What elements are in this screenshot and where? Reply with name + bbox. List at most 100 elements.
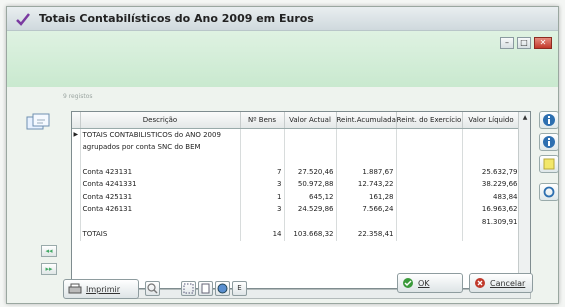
column-header[interactable]: Reint. do Exercício <box>396 112 463 129</box>
refresh-button[interactable] <box>539 183 559 201</box>
cell-acum <box>336 128 397 141</box>
search-button[interactable] <box>145 281 160 296</box>
scroll-up-arrow-icon[interactable]: ▲ <box>519 114 530 124</box>
row-indicator <box>72 140 81 153</box>
page-tool-button[interactable] <box>198 281 213 296</box>
table-row[interactable]: 81.309,91 <box>72 215 521 228</box>
header-band <box>7 31 558 87</box>
refresh-icon <box>543 186 555 198</box>
ok-button[interactable]: OK <box>397 273 463 293</box>
cell-exerc <box>396 178 463 191</box>
column-header[interactable]: Valor Líquido <box>462 112 521 129</box>
cancel-button[interactable]: Cancelar <box>469 273 533 293</box>
cell-bens: 7 <box>240 165 285 178</box>
cell-exerc <box>396 228 463 241</box>
row-indicator <box>72 178 81 191</box>
export-e-button[interactable]: E <box>232 281 247 296</box>
row-indicator <box>72 228 81 241</box>
grid-table: Descrição Nº Bens Valor Actual Reint.Acu… <box>72 112 521 241</box>
cell-acum: 1.887,67 <box>336 165 397 178</box>
cancel-label: Cancelar <box>490 278 526 288</box>
cell-exerc <box>396 140 463 153</box>
cell-exerc <box>396 203 463 216</box>
printer-icon <box>68 283 82 294</box>
cell-acum <box>336 153 397 166</box>
cell-actual <box>284 153 337 166</box>
table-row[interactable]: Conta 4241331 3 50.972,88 12.743,22 38.2… <box>72 178 521 191</box>
title-bar: Totais Contabilísticos do Ano 2009 em Eu… <box>7 7 558 31</box>
note-button[interactable] <box>539 155 559 173</box>
totals-row[interactable]: TOTAIS 14 103.668,32 22.358,41 <box>72 228 521 241</box>
cell-actual: 27.520,46 <box>284 165 337 178</box>
table-row[interactable]: Conta 423131 7 27.520,46 1.887,67 25.632… <box>72 165 521 178</box>
cell-actual: 24.529,86 <box>284 203 337 216</box>
select-tool-button[interactable] <box>181 281 196 296</box>
cell-desc: Conta 425131 <box>80 190 241 203</box>
cell-exerc <box>396 165 463 178</box>
cell-liquido <box>462 153 521 166</box>
cell-actual <box>284 140 337 153</box>
cell-acum: 22.358,41 <box>336 228 397 241</box>
table-row[interactable]: ▶ TOTAIS CONTABILISTICOS do ANO 2009 <box>72 128 521 141</box>
main-window: Totais Contabilísticos do Ano 2009 em Eu… <box>6 6 559 304</box>
table-row[interactable] <box>72 153 521 166</box>
info-alt-button[interactable] <box>539 133 559 151</box>
cell-actual: 103.668,32 <box>284 228 337 241</box>
info-icon <box>543 114 555 126</box>
cell-acum: 12.743,22 <box>336 178 397 191</box>
column-header[interactable]: Nº Bens <box>240 112 285 129</box>
cards-icon <box>26 113 50 130</box>
close-button[interactable]: ✕ <box>534 37 552 49</box>
row-indicator <box>72 203 81 216</box>
cancel-icon <box>475 278 485 288</box>
cell-exerc <box>396 190 463 203</box>
row-indicator <box>72 215 81 228</box>
column-header[interactable]: Valor Actual <box>284 112 337 129</box>
window-title: Totais Contabilísticos do Ano 2009 em Eu… <box>39 12 314 25</box>
cell-liquido: 16.963,62 <box>462 203 521 216</box>
search-icon <box>147 283 158 294</box>
vertical-scrollbar[interactable]: ▲ ▼ <box>518 112 530 288</box>
cell-actual <box>284 128 337 141</box>
data-grid[interactable]: Descrição Nº Bens Valor Actual Reint.Acu… <box>71 111 531 289</box>
cell-exerc <box>396 153 463 166</box>
globe-tool-button[interactable] <box>215 281 230 296</box>
globe-icon <box>217 283 228 294</box>
row-indicator <box>72 190 81 203</box>
selection-icon <box>183 283 194 294</box>
cell-desc: Conta 423131 <box>80 165 241 178</box>
info-button[interactable] <box>539 111 559 129</box>
cell-bens: 1 <box>240 190 285 203</box>
cell-acum <box>336 215 397 228</box>
column-header[interactable]: Reint.Acumuladas <box>336 112 397 129</box>
minimize-button[interactable]: – <box>500 37 514 49</box>
nav-up-button[interactable]: ◂◂ <box>41 245 57 257</box>
cell-bens <box>240 140 285 153</box>
cell-bens: 3 <box>240 203 285 216</box>
cell-actual: 645,12 <box>284 190 337 203</box>
window-controls: – □ ✕ <box>500 37 552 49</box>
print-button[interactable]: Imprimir <box>63 279 139 299</box>
maximize-button[interactable]: □ <box>517 37 531 49</box>
column-header[interactable]: Descrição <box>80 112 241 129</box>
cell-liquido: 25.632,79 <box>462 165 521 178</box>
cell-desc <box>80 215 241 228</box>
table-row[interactable]: Conta 426131 3 24.529,86 7.566,24 16.963… <box>72 203 521 216</box>
table-row[interactable]: Conta 425131 1 645,12 161,28 483,84 <box>72 190 521 203</box>
cell-liquido <box>462 128 521 141</box>
row-indicator <box>72 165 81 178</box>
cell-liquido: 483,84 <box>462 190 521 203</box>
checkmark-icon <box>16 13 30 26</box>
cell-bens <box>240 215 285 228</box>
table-row[interactable]: agrupados por conta SNC do BEM <box>72 140 521 153</box>
info-alt-icon <box>543 136 555 148</box>
cell-acum: 161,28 <box>336 190 397 203</box>
page-icon <box>201 283 210 294</box>
cell-bens <box>240 128 285 141</box>
cell-liquido: 38.229,66 <box>462 178 521 191</box>
cell-desc: TOTAIS CONTABILISTICOS do ANO 2009 <box>80 128 241 141</box>
cell-acum <box>336 140 397 153</box>
cell-desc: TOTAIS <box>80 228 241 241</box>
note-icon <box>543 158 555 170</box>
bottom-toolbar: Imprimir E OK Cancelar <box>7 269 558 305</box>
